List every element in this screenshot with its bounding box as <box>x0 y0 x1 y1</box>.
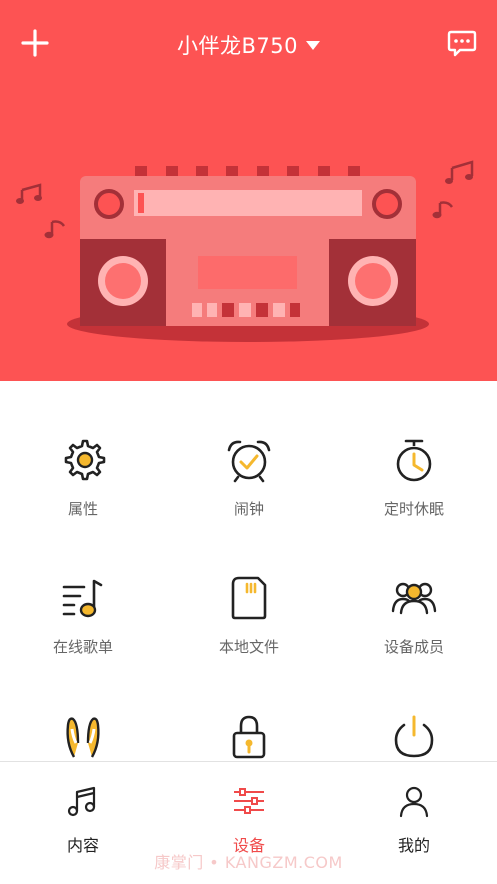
tab-content[interactable]: 内容 <box>0 762 166 862</box>
tab-device[interactable]: 设备 <box>166 762 332 862</box>
feature-label: 属性 <box>67 500 98 518</box>
sliders-icon <box>234 788 264 814</box>
timer-icon <box>396 439 432 482</box>
plus-icon[interactable] <box>18 26 52 60</box>
boombox-illustration <box>16 160 474 342</box>
feature-device-members[interactable]: 设备成员 <box>331 519 497 657</box>
alarm-clock-icon <box>227 440 271 483</box>
device-selector[interactable]: 小伴龙B750 <box>100 28 397 62</box>
music-note-icon <box>67 786 96 817</box>
feature-label: 闹钟 <box>233 500 264 518</box>
tab-mine[interactable]: 我的 <box>331 762 497 862</box>
device-hero-banner: 小伴龙B750 <box>0 0 497 381</box>
feature-label: 本地文件 <box>218 638 279 656</box>
caret-down-icon <box>306 40 320 50</box>
watermark: 康掌门 • KANGZM.COM <box>154 853 343 872</box>
feature-local-files[interactable]: 本地文件 <box>166 519 332 657</box>
feature-label: 在线歌单 <box>52 638 113 656</box>
members-icon <box>391 582 437 615</box>
feature-grid: 属性 闹钟 定时休眠 在线歌单 本地文件 设备成员 <box>0 381 497 761</box>
bunny-ears-icon <box>66 717 100 758</box>
gear-icon <box>64 439 106 481</box>
feature-alarm[interactable]: 闹钟 <box>166 381 332 519</box>
top-bar: 小伴龙B750 <box>0 0 497 86</box>
chat-bubble-icon[interactable] <box>446 28 478 58</box>
feature-item-8[interactable] <box>166 657 332 761</box>
feature-item-9[interactable] <box>331 657 497 761</box>
power-icon <box>394 715 434 758</box>
feature-online-playlist[interactable]: 在线歌单 <box>0 519 166 657</box>
person-icon <box>399 786 429 818</box>
lock-icon <box>232 715 266 759</box>
feature-item-7[interactable] <box>0 657 166 761</box>
sd-card-icon <box>231 576 267 620</box>
feature-properties[interactable]: 属性 <box>0 381 166 519</box>
playlist-icon <box>62 579 103 618</box>
feature-label: 设备成员 <box>383 638 444 656</box>
device-title: 小伴龙B750 <box>177 34 298 58</box>
feature-sleep-timer[interactable]: 定时休眠 <box>331 381 497 519</box>
feature-label: 定时休眠 <box>383 500 444 518</box>
